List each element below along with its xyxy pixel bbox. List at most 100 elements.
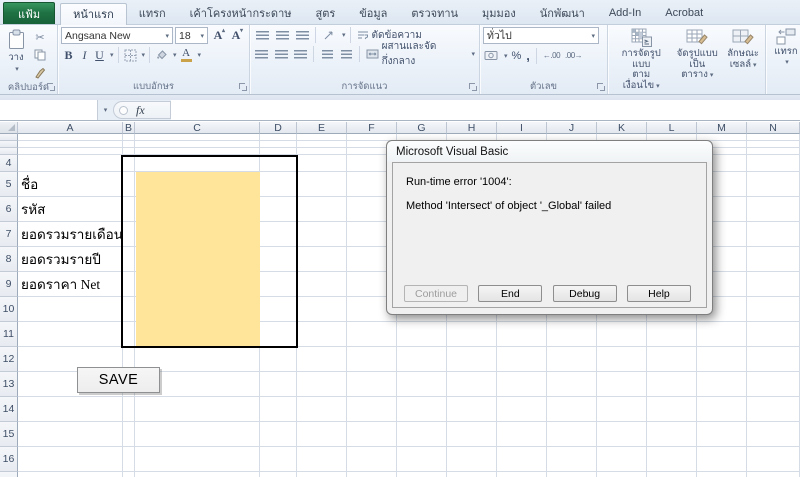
col-header-M[interactable]: M [697, 122, 747, 134]
cell-A8[interactable]: ยอดรวมรายปี [18, 247, 123, 272]
cell-N13[interactable] [747, 372, 800, 397]
cell-A9[interactable]: ยอดราคา Net [18, 272, 123, 297]
cell-Bx1[interactable] [123, 134, 135, 141]
cell-E6[interactable] [297, 197, 347, 222]
dialog-launcher-icon[interactable] [597, 83, 605, 91]
dialog-launcher-icon[interactable] [239, 83, 247, 91]
cell-H11[interactable] [447, 322, 497, 347]
cell-E4[interactable] [297, 155, 347, 172]
cell-J17[interactable] [547, 472, 597, 477]
row-header-10[interactable]: 10 [0, 297, 18, 322]
row-header-15[interactable]: 15 [0, 422, 18, 447]
cell-I16[interactable] [497, 447, 547, 472]
cell-N17[interactable] [747, 472, 800, 477]
cell-Bx3[interactable] [123, 148, 135, 155]
cell-M12[interactable] [697, 347, 747, 372]
comma-style-button[interactable]: , [525, 47, 531, 64]
cell-N7[interactable] [747, 222, 800, 247]
row-header-16[interactable]: 16 [0, 447, 18, 472]
cell-N6[interactable] [747, 197, 800, 222]
cell-K11[interactable] [597, 322, 647, 347]
row-header-9[interactable]: 9 [0, 272, 18, 297]
row-header-collapsed[interactable] [0, 141, 18, 148]
insert-cells-button[interactable]: แทรก ▾ [770, 27, 800, 80]
col-header-F[interactable]: F [347, 122, 397, 134]
col-header-G[interactable]: G [397, 122, 447, 134]
cell-I15[interactable] [497, 422, 547, 447]
col-header-N[interactable]: N [747, 122, 800, 134]
cell-F17[interactable] [347, 472, 397, 477]
cell-C17[interactable] [135, 472, 260, 477]
cell-N12[interactable] [747, 347, 800, 372]
cell-A5[interactable]: ชื่อ [18, 172, 123, 197]
cell-Nx1[interactable] [747, 134, 800, 141]
row-header-collapsed[interactable] [0, 148, 18, 155]
cell-J15[interactable] [547, 422, 597, 447]
orientation-button[interactable] [320, 27, 338, 43]
cell-Cx3[interactable] [135, 148, 260, 155]
cell-J16[interactable] [547, 447, 597, 472]
dialog-button-help[interactable]: Help [627, 285, 691, 302]
cell-L16[interactable] [647, 447, 697, 472]
cell-Ax2[interactable] [18, 141, 123, 148]
shrink-font-button[interactable]: A▾ [228, 28, 244, 44]
cell-F11[interactable] [347, 322, 397, 347]
merge-center-button[interactable]: ผสานและจัดกึ่งกลาง ▾ [364, 46, 477, 62]
number-format-combo[interactable]: ทั่วไป ▾ [483, 27, 599, 44]
cell-Cx1[interactable] [135, 134, 260, 141]
align-middle-button[interactable] [273, 27, 291, 43]
increase-decimal-button[interactable]: ←.00 [542, 50, 561, 61]
accounting-format-button[interactable] [483, 49, 499, 62]
cell-Bx2[interactable] [123, 141, 135, 148]
cell-H17[interactable] [447, 472, 497, 477]
cell-E10[interactable] [297, 297, 347, 322]
tab-file[interactable]: แฟ้ม [3, 2, 55, 24]
cell-I13[interactable] [497, 372, 547, 397]
cell-M16[interactable] [697, 447, 747, 472]
alignment-group-label[interactable]: การจัดแนว [250, 80, 479, 94]
cell-N14[interactable] [747, 397, 800, 422]
cell-Cx2[interactable] [135, 141, 260, 148]
cell-D14[interactable] [260, 397, 297, 422]
row-header-8[interactable]: 8 [0, 247, 18, 272]
cell-E11[interactable] [297, 322, 347, 347]
cell-Ex3[interactable] [297, 148, 347, 155]
cell-L14[interactable] [647, 397, 697, 422]
percent-style-button[interactable]: % [511, 49, 523, 63]
tab-6[interactable]: มุมมอง [470, 2, 528, 24]
cell-A16[interactable] [18, 447, 123, 472]
cell-M14[interactable] [697, 397, 747, 422]
cell-M11[interactable] [697, 322, 747, 347]
tab-7[interactable]: นักพัฒนา [528, 2, 597, 24]
tab-1[interactable]: แทรก [127, 2, 178, 24]
cell-Ax1[interactable] [18, 134, 123, 141]
tab-9[interactable]: Acrobat [653, 2, 715, 24]
cell-A4[interactable] [18, 155, 123, 172]
cell-E14[interactable] [297, 397, 347, 422]
cell-N11[interactable] [747, 322, 800, 347]
cell-Ex2[interactable] [297, 141, 347, 148]
cell-E8[interactable] [297, 247, 347, 272]
cell-F16[interactable] [347, 447, 397, 472]
align-right-button[interactable] [292, 46, 309, 62]
grow-font-button[interactable]: A▴ [210, 28, 226, 44]
cell-Dx1[interactable] [260, 134, 297, 141]
dialog-title[interactable]: Microsoft Visual Basic [387, 141, 712, 162]
cell-N16[interactable] [747, 447, 800, 472]
cell-I11[interactable] [497, 322, 547, 347]
cell-N9[interactable] [747, 272, 800, 297]
cell-E12[interactable] [297, 347, 347, 372]
col-header-L[interactable]: L [647, 122, 697, 134]
cell-E7[interactable] [297, 222, 347, 247]
borders-button[interactable] [123, 48, 138, 63]
cell-styles-button[interactable]: ลักษณะ เซลล์▾ [723, 27, 763, 93]
cell-Dx2[interactable] [260, 141, 297, 148]
cell-Ax3[interactable] [18, 148, 123, 155]
insert-function-button[interactable]: fx [136, 103, 145, 118]
cell-N10[interactable] [747, 297, 800, 322]
row-header-7[interactable]: 7 [0, 222, 18, 247]
row-header-17[interactable]: 17 [0, 472, 18, 477]
row-header-5[interactable]: 5 [0, 172, 18, 197]
cell-N8[interactable] [747, 247, 800, 272]
formula-input[interactable] [171, 100, 800, 120]
